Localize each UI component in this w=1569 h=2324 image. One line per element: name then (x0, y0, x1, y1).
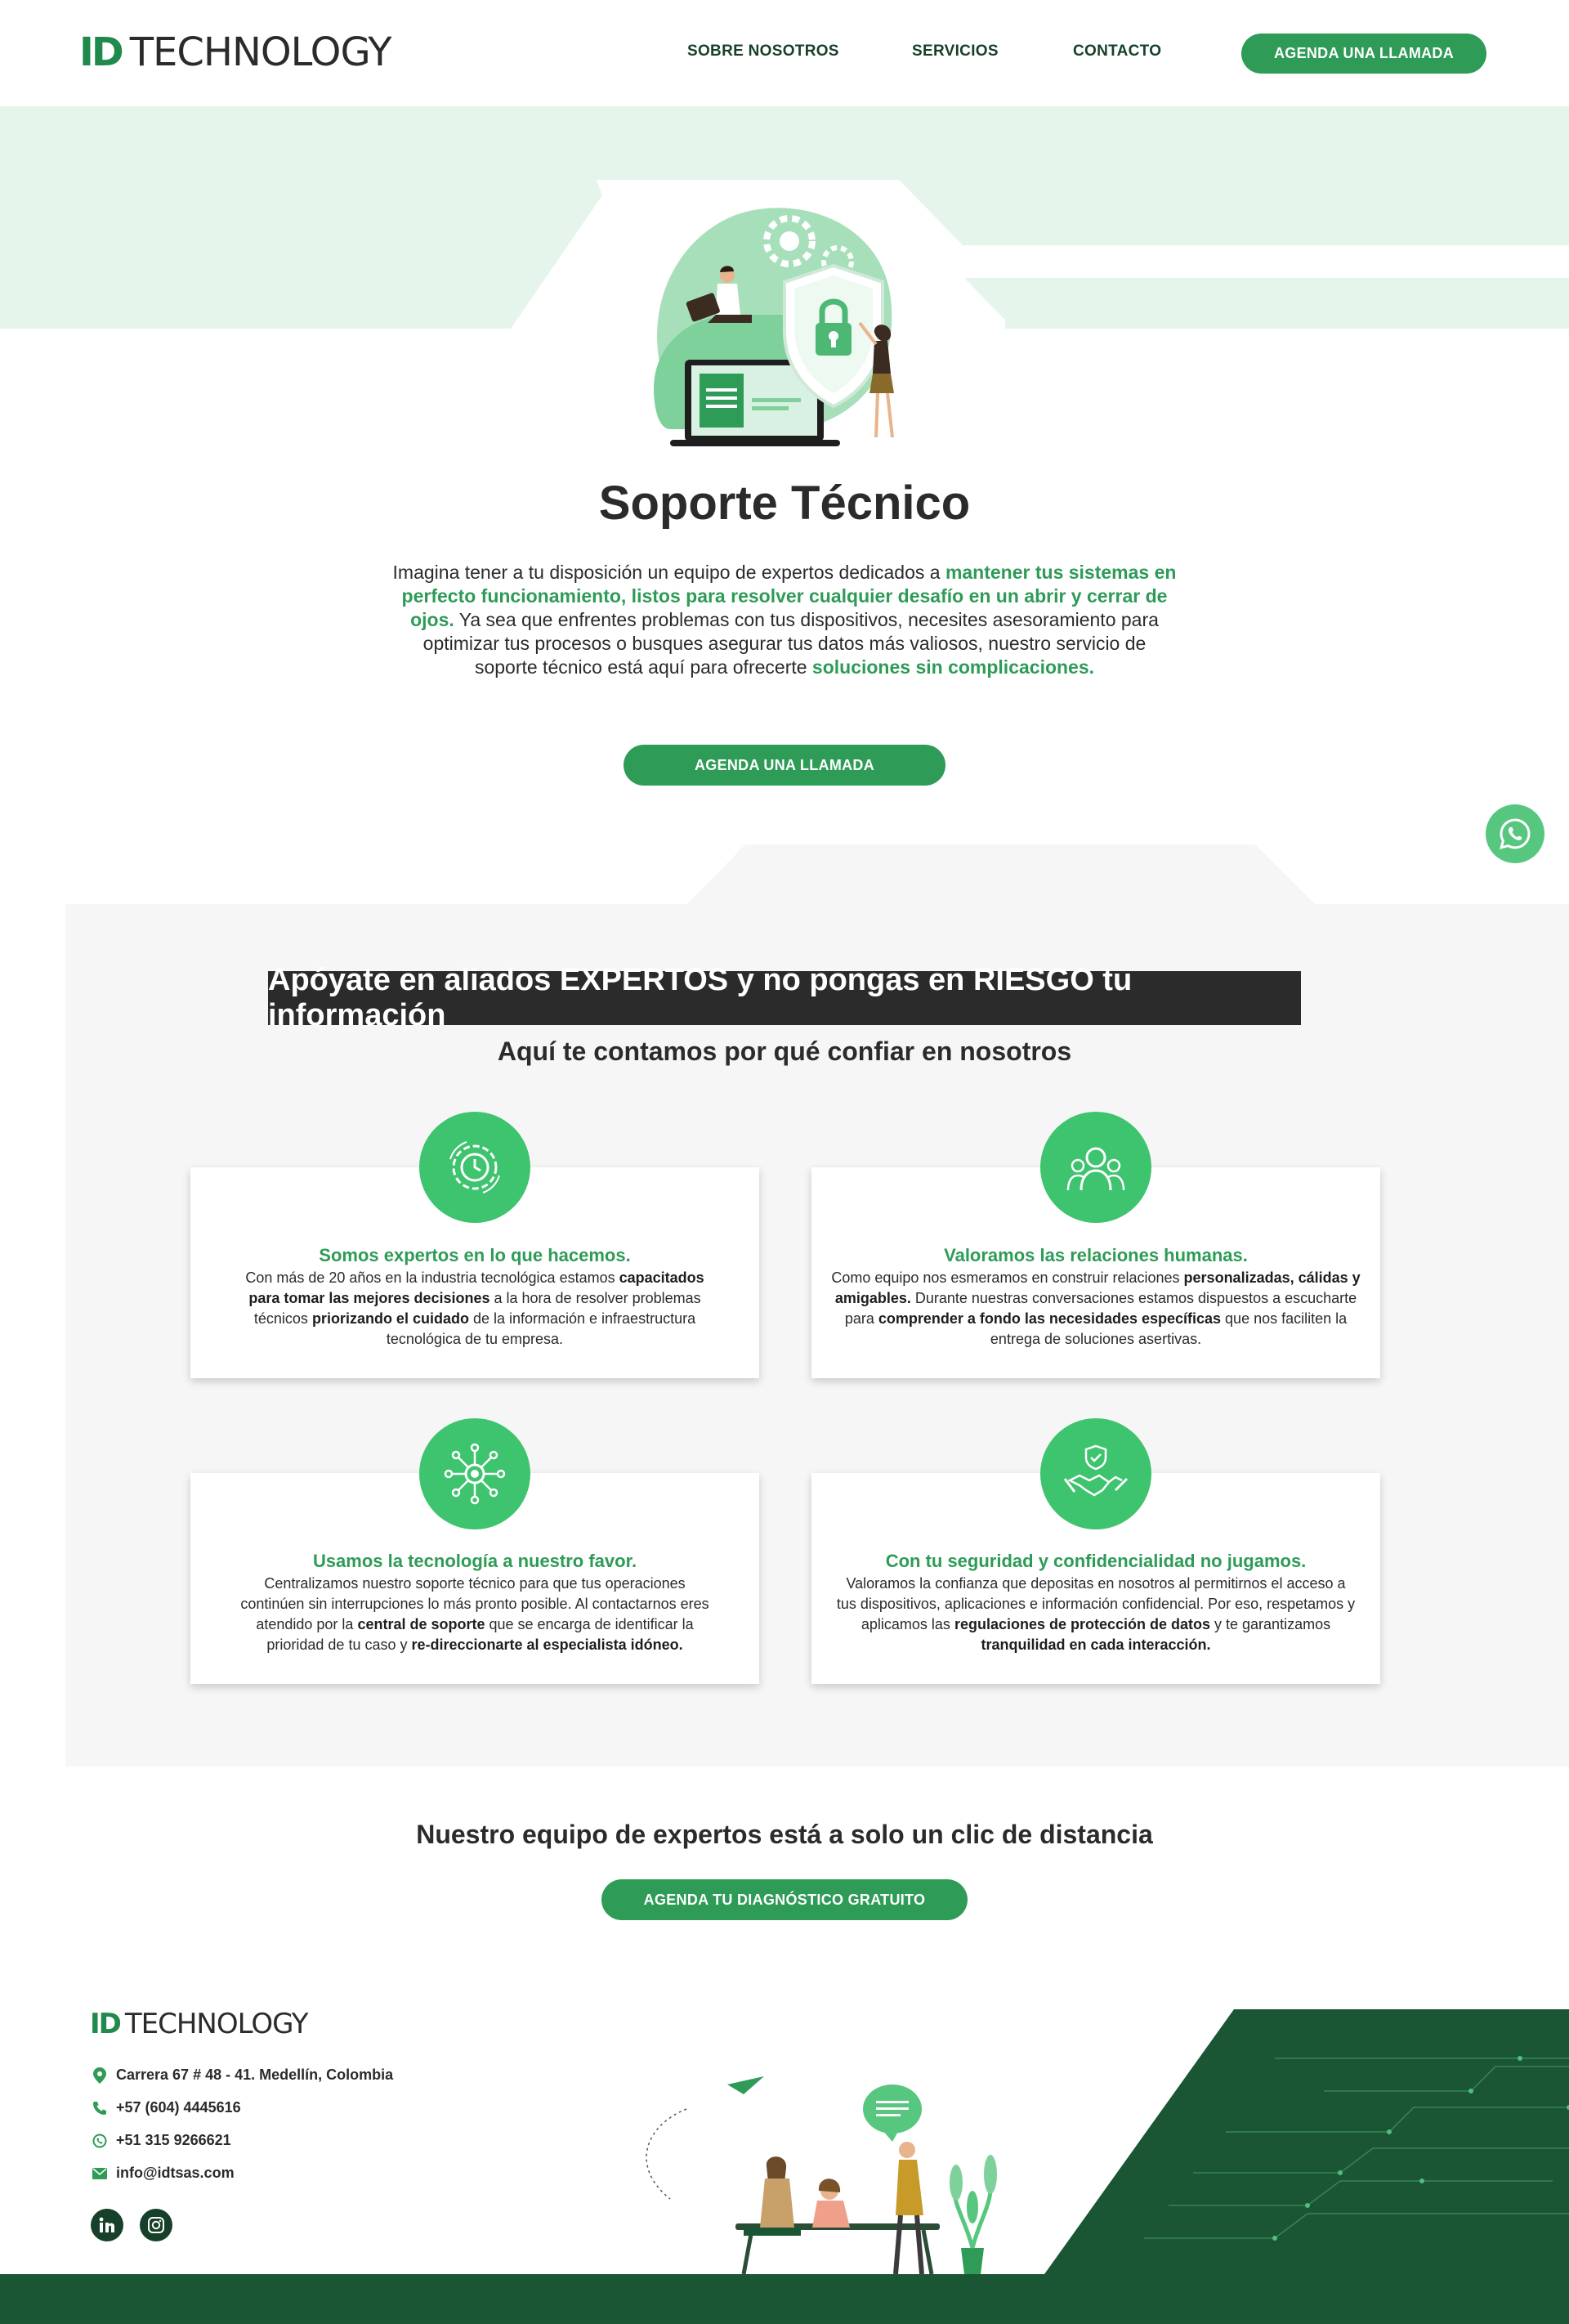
logo-text: TECHNOLOGY (129, 29, 392, 75)
hero-schedule-call-button[interactable]: AGENDA UNA LLAMADA (624, 745, 945, 786)
card-text-part: Como equipo nos esmeramos en construir r… (831, 1269, 1184, 1286)
footer-phone[interactable]: +57 (604) 4445616 (92, 2099, 241, 2116)
gear-clock-icon (419, 1112, 530, 1223)
location-pin-icon (92, 2067, 108, 2084)
hero-text-highlight: soluciones sin complicaciones. (811, 656, 1095, 678)
why-us-subtitle: Aquí te contamos por qué confiar en noso… (497, 1037, 1072, 1066)
mail-icon (92, 2167, 108, 2179)
footer-bottom-bar (0, 2274, 1569, 2324)
support-security-illustration (654, 208, 894, 446)
footer-address: Carrera 67 # 48 - 41. Medellín, Colombia (92, 2067, 393, 2084)
free-diagnosis-button[interactable]: AGENDA TU DIAGNÓSTICO GRATUITO (601, 1879, 968, 1920)
card-text: Valoramos la confianza que depositas en … (836, 1574, 1356, 1655)
card-text-bold: regulaciones de protección de datos (954, 1616, 1211, 1632)
email-text: info@idtsas.com (116, 2165, 235, 2181)
team-meeting-illustration (646, 2076, 997, 2275)
why-us-banner: Apóyate en aliados EXPERTOS y no pongas … (268, 963, 1301, 1032)
hero-text-part: Imagina tener a tu disposición un equipo… (392, 562, 945, 583)
whatsapp-icon (92, 2134, 108, 2148)
nav-link-services[interactable]: SERVICIOS (912, 43, 999, 60)
address-text: Carrera 67 # 48 - 41. Medellín, Colombia (116, 2067, 394, 2083)
phone-text: +57 (604) 4445616 (116, 2099, 241, 2116)
phone-icon (92, 2101, 108, 2116)
hero-band-accent (964, 245, 1569, 329)
card-text-bold: re-direccionarte al especialista idóneo. (411, 1637, 683, 1653)
card-text-bold: central de soporte (357, 1616, 485, 1632)
network-hub-icon (419, 1418, 530, 1529)
whatsapp-text: +51 315 9266621 (116, 2132, 231, 2148)
logo-mark: ID (79, 29, 124, 75)
card-text: Centralizamos nuestro soporte técnico pa… (239, 1574, 710, 1655)
linkedin-icon (99, 2217, 114, 2232)
people-group-icon (1040, 1112, 1151, 1223)
footer-email[interactable]: info@idtsas.com (92, 2165, 235, 2182)
site-header: ID TECHNOLOGY SOBRE NOSOTROS SERVICIOS C… (0, 0, 1569, 106)
card-text-bold: tranquilidad en cada interacción. (981, 1637, 1211, 1653)
brand-logo[interactable]: ID TECHNOLOGY (79, 29, 392, 75)
cta-title: Nuestro equipo de expertos está a solo u… (416, 1820, 1153, 1849)
hero-description: Imagina tener a tu disposición un equipo… (392, 561, 1177, 679)
card-title: Somos expertos en lo que hacemos. (319, 1245, 631, 1265)
card-text-bold: priorizando el cuidado (311, 1310, 469, 1327)
schedule-call-button[interactable]: AGENDA UNA LLAMADA (1241, 34, 1486, 74)
card-text-part: Con más de 20 años en la industria tecno… (245, 1269, 619, 1286)
card-title: Usamos la tecnología a nuestro favor. (312, 1551, 637, 1571)
card-text-part: y te garantizamos (1210, 1616, 1331, 1632)
card-title: Con tu seguridad y confidencialidad no j… (885, 1551, 1307, 1571)
handshake-shield-icon (1040, 1418, 1151, 1529)
logo-mark: ID (90, 2008, 122, 2040)
card-title: Valoramos las relaciones humanas. (944, 1245, 1248, 1265)
linkedin-link[interactable] (91, 2209, 123, 2241)
card-text-bold: comprender a fondo las necesidades espec… (878, 1310, 1222, 1327)
card-text: Como equipo nos esmeramos en construir r… (831, 1268, 1361, 1350)
instagram-icon (148, 2217, 164, 2233)
logo-text: TECHNOLOGY (124, 2008, 309, 2040)
footer-whatsapp[interactable]: +51 315 9266621 (92, 2132, 231, 2149)
footer-logo[interactable]: ID TECHNOLOGY (90, 2008, 309, 2040)
card-text: Con más de 20 años en la industria tecno… (239, 1268, 710, 1350)
nav-link-contact[interactable]: CONTACTO (1073, 43, 1161, 60)
instagram-link[interactable] (140, 2209, 172, 2241)
nav-link-about[interactable]: SOBRE NOSOTROS (687, 43, 839, 60)
hero-title: Soporte Técnico (598, 477, 971, 530)
section-tab-shape (686, 844, 1316, 905)
